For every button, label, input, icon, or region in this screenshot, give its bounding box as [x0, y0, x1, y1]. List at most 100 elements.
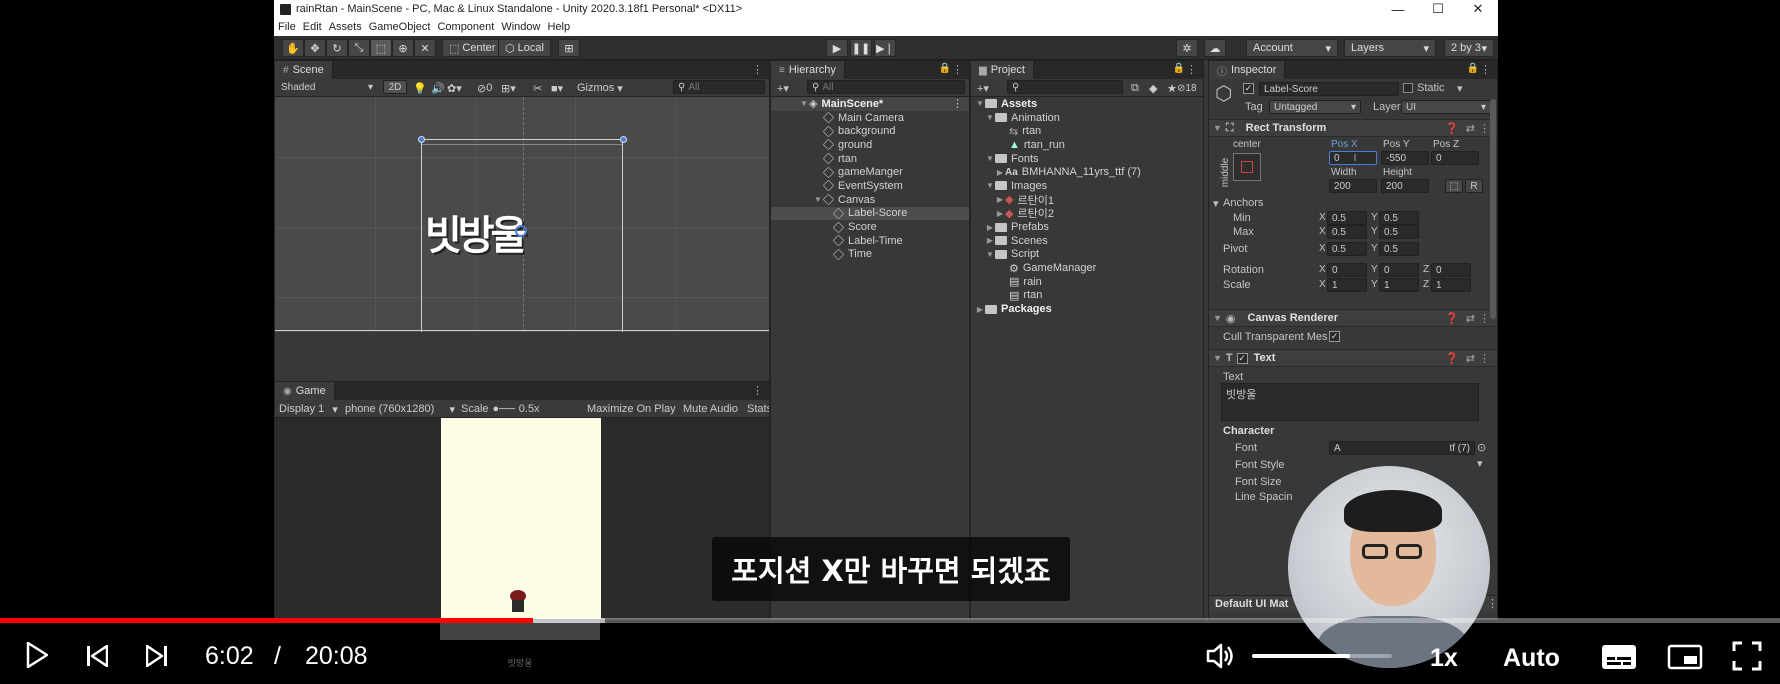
- pos-x-input[interactable]: 0I: [1329, 151, 1377, 165]
- tools-icon[interactable]: ✂: [533, 81, 542, 95]
- rect-handle-top-right[interactable]: [620, 136, 627, 143]
- maximize-on-play-toggle[interactable]: Maximize On Play: [587, 402, 676, 416]
- kebab-menu-icon[interactable]: ⋮: [1480, 63, 1491, 76]
- list-item[interactable]: ▶ ◆ 르탄이1: [971, 193, 1203, 207]
- space-local-button[interactable]: ⬡ Local: [498, 39, 551, 57]
- kebab-menu-icon[interactable]: ⋮: [1479, 312, 1490, 325]
- rotation-x-input[interactable]: 0: [1327, 263, 1367, 277]
- camera-icon[interactable]: ■▾: [551, 81, 563, 95]
- kebab-menu-icon[interactable]: ⋮: [752, 63, 763, 76]
- shading-mode-dropdown[interactable]: Shaded ▾: [277, 80, 377, 94]
- account-dropdown[interactable]: Account ▾: [1246, 39, 1338, 57]
- scene-viewport[interactable]: 빗방울: [275, 97, 769, 332]
- layers-dropdown[interactable]: Layers ▾: [1344, 39, 1436, 57]
- object-picker-icon[interactable]: ⊙: [1477, 441, 1486, 454]
- step-button[interactable]: ▶❘: [874, 39, 896, 57]
- list-item[interactable]: rtan: [771, 152, 969, 166]
- filter-label-icon[interactable]: ◆: [1149, 81, 1157, 95]
- playback-speed-button[interactable]: 1x: [1430, 644, 1458, 673]
- canvas-renderer-header[interactable]: ▼ ◉ Canvas Renderer ❓ ⇄ ⋮: [1209, 309, 1497, 327]
- menu-file[interactable]: File: [278, 21, 296, 33]
- scale-y-input[interactable]: 1: [1379, 278, 1419, 292]
- display-dropdown[interactable]: Display 1 ▾: [279, 402, 338, 416]
- rect-tool-icon[interactable]: ⬚: [370, 39, 392, 57]
- kebab-menu-icon[interactable]: ⋮: [952, 63, 963, 76]
- scale-slider[interactable]: Scale ●── 0.5x: [461, 402, 540, 416]
- move-tool-icon[interactable]: ✥: [304, 39, 326, 57]
- hand-tool-icon[interactable]: ✋: [282, 39, 304, 57]
- stats-toggle[interactable]: Stats: [747, 402, 769, 416]
- lock-icon[interactable]: 🔒: [1173, 63, 1185, 74]
- help-icon[interactable]: ❓: [1445, 312, 1459, 325]
- hidden-objects-icon[interactable]: ⊘ 0: [477, 81, 492, 95]
- help-icon[interactable]: ❓: [1445, 352, 1459, 365]
- width-input[interactable]: 200: [1329, 179, 1377, 193]
- play-button[interactable]: ▶: [826, 39, 848, 57]
- pivot-center-button[interactable]: ⬚ Center: [442, 39, 503, 57]
- volume-icon[interactable]: [1204, 640, 1238, 672]
- folder-scenes[interactable]: ▶ Scenes: [971, 234, 1203, 248]
- folder-fonts[interactable]: ▼ Fonts: [971, 152, 1203, 166]
- help-icon[interactable]: ❓: [1445, 122, 1459, 135]
- list-item[interactable]: background: [771, 124, 969, 138]
- blueprint-mode-button[interactable]: ⬚: [1445, 179, 1463, 193]
- game-viewport[interactable]: [275, 418, 769, 619]
- lighting-icon[interactable]: 💡: [413, 81, 427, 95]
- minimize-icon[interactable]: —: [1378, 0, 1418, 18]
- pos-z-input[interactable]: 0: [1431, 151, 1479, 165]
- list-item[interactable]: ground: [771, 138, 969, 152]
- preset-icon[interactable]: ⇄: [1466, 312, 1475, 325]
- list-item[interactable]: gameManger: [771, 165, 969, 179]
- list-item[interactable]: Main Camera: [771, 111, 969, 125]
- add-icon[interactable]: +▾: [777, 81, 789, 95]
- gizmos-dropdown[interactable]: Gizmos ▾: [577, 81, 623, 95]
- pause-button[interactable]: ❚❚: [850, 39, 872, 57]
- tab-project[interactable]: ▆ Project: [971, 61, 1034, 79]
- object-name-input[interactable]: Label-Score: [1259, 82, 1399, 96]
- inspector-scrollbar[interactable]: [1490, 99, 1496, 319]
- text-content-area[interactable]: 빗방울: [1221, 383, 1479, 421]
- rect-handle-top-left[interactable]: [418, 136, 425, 143]
- raw-edit-button[interactable]: R: [1465, 179, 1483, 193]
- quality-button[interactable]: Auto: [1503, 644, 1560, 673]
- anchor-min-y-input[interactable]: 0.5: [1379, 211, 1419, 225]
- mute-audio-toggle[interactable]: Mute Audio: [683, 402, 738, 416]
- previous-icon[interactable]: [82, 642, 112, 670]
- list-item[interactable]: EventSystem: [771, 179, 969, 193]
- layout-dropdown[interactable]: 2 by 3 ▾: [1444, 39, 1494, 57]
- tag-dropdown[interactable]: Untagged ▾: [1269, 100, 1361, 114]
- kebab-menu-icon[interactable]: ⋮: [1186, 63, 1197, 76]
- pivot-y-input[interactable]: 0.5: [1379, 242, 1419, 256]
- list-item[interactable]: ⚙ GameManager: [971, 261, 1203, 275]
- pivot-handle[interactable]: [515, 225, 527, 237]
- rotate-tool-icon[interactable]: ↻: [326, 39, 348, 57]
- chevron-down-icon[interactable]: ▾: [1457, 82, 1463, 95]
- list-item[interactable]: ▶ Aa BMHANNA_11yrs_ttf (7): [971, 165, 1203, 179]
- menu-component[interactable]: Component: [437, 21, 494, 33]
- rect-transform-header[interactable]: ▼ ⛶ Rect Transform ❓ ⇄ ⋮: [1209, 119, 1497, 137]
- active-checkbox[interactable]: ✓: [1243, 83, 1254, 94]
- kebab-menu-icon[interactable]: ⋮: [1479, 122, 1490, 135]
- transform-tool-icon[interactable]: ⊕: [392, 39, 414, 57]
- grid-visibility-icon[interactable]: ⊞▾: [501, 81, 516, 95]
- tab-inspector[interactable]: ⓘ Inspector: [1209, 61, 1286, 79]
- slider-knob-icon[interactable]: ●──: [493, 403, 515, 415]
- hidden-packages-icon[interactable]: ⊘ 18: [1177, 81, 1197, 95]
- tab-hierarchy[interactable]: ≡ Hierarchy: [771, 61, 845, 79]
- list-item[interactable]: ▤ rtan: [971, 289, 1203, 303]
- list-item[interactable]: ⇆ rtan: [971, 124, 1203, 138]
- kebab-menu-icon[interactable]: ⋮: [752, 384, 763, 397]
- folder-assets[interactable]: ▼ Assets: [971, 97, 1203, 111]
- pos-y-input[interactable]: -550: [1381, 151, 1429, 165]
- folder-script[interactable]: ▼ Script: [971, 248, 1203, 262]
- layer-dropdown[interactable]: UI ▾: [1401, 100, 1491, 114]
- scale-tool-icon[interactable]: ⤡: [348, 39, 370, 57]
- height-input[interactable]: 200: [1381, 179, 1429, 193]
- next-icon[interactable]: [142, 642, 172, 670]
- lock-icon[interactable]: 🔒: [939, 63, 951, 74]
- folder-packages[interactable]: ▶ Packages: [971, 302, 1203, 316]
- project-search-input[interactable]: ⚲: [1007, 80, 1123, 94]
- menu-window[interactable]: Window: [501, 21, 540, 33]
- lock-icon[interactable]: 🔒: [1467, 63, 1479, 74]
- preset-icon[interactable]: ⇄: [1466, 352, 1475, 365]
